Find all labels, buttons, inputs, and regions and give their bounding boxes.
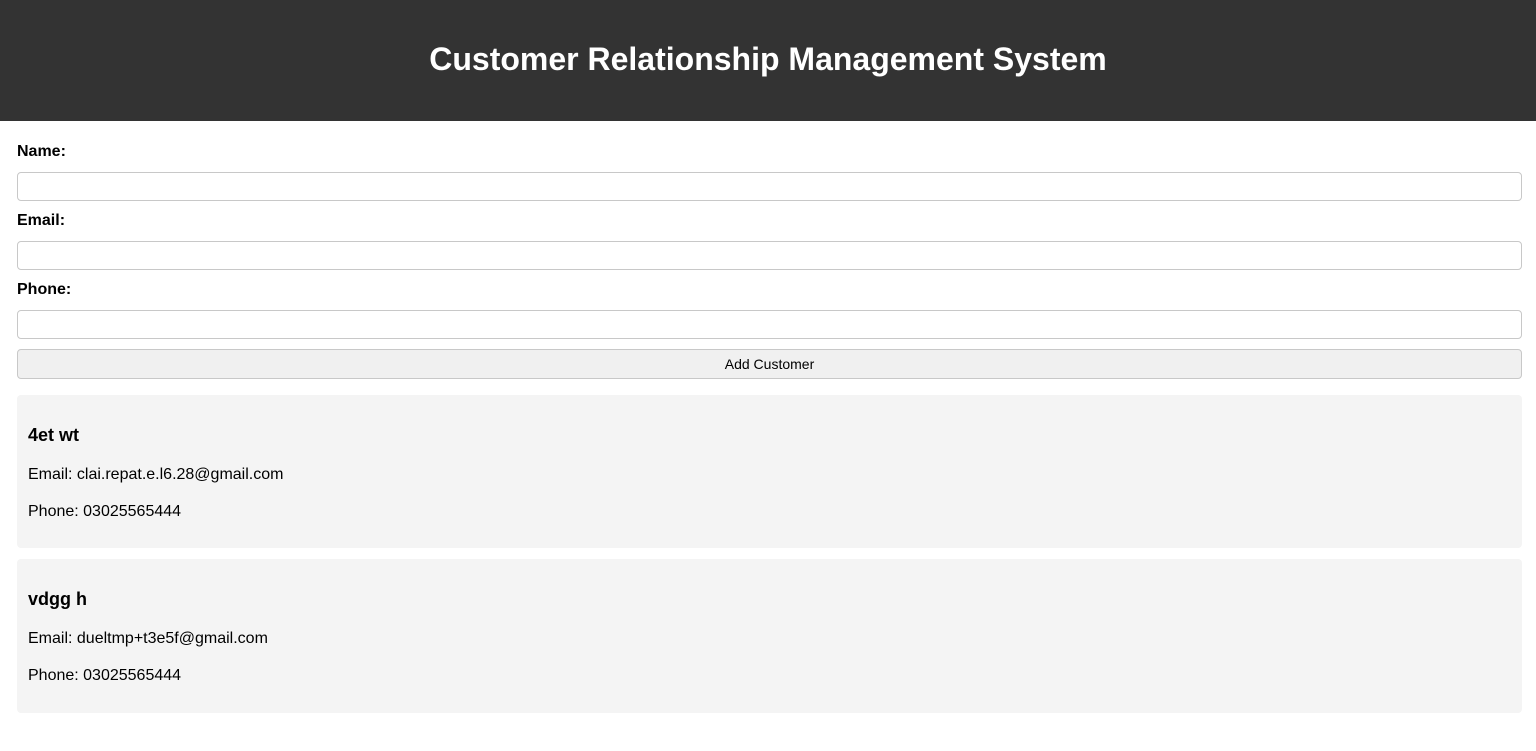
- email-input[interactable]: [17, 241, 1522, 270]
- main-content: Name: Email: Phone: Add Customer 4et wt …: [0, 121, 1536, 713]
- customer-phone: Phone: 03025565444: [28, 667, 182, 684]
- customer-phone: Phone: 03025565444: [28, 503, 182, 520]
- name-label: Name:: [17, 143, 66, 160]
- phone-input[interactable]: [17, 310, 1522, 339]
- customer-card: 4et wt Email: clai.repat.e.l6.28@gmail.c…: [17, 395, 1522, 548]
- add-customer-button[interactable]: Add Customer: [17, 349, 1522, 379]
- customer-email: Email: clai.repat.e.l6.28@gmail.com: [28, 466, 284, 483]
- page-title: Customer Relationship Management System: [429, 41, 1107, 77]
- customer-list: 4et wt Email: clai.repat.e.l6.28@gmail.c…: [17, 395, 1522, 713]
- name-input[interactable]: [17, 172, 1522, 201]
- customer-card: vdgg h Email: dueltmp+t3e5f@gmail.com Ph…: [17, 559, 1522, 713]
- email-label: Email:: [17, 212, 66, 229]
- customer-email: Email: dueltmp+t3e5f@gmail.com: [28, 630, 268, 647]
- phone-label: Phone:: [17, 281, 72, 298]
- add-customer-form: Name: Email: Phone: Add Customer: [17, 121, 1522, 379]
- app-header: Customer Relationship Management System: [0, 0, 1536, 121]
- customer-name: 4et wt: [28, 425, 80, 445]
- customer-name: vdgg h: [28, 589, 87, 609]
